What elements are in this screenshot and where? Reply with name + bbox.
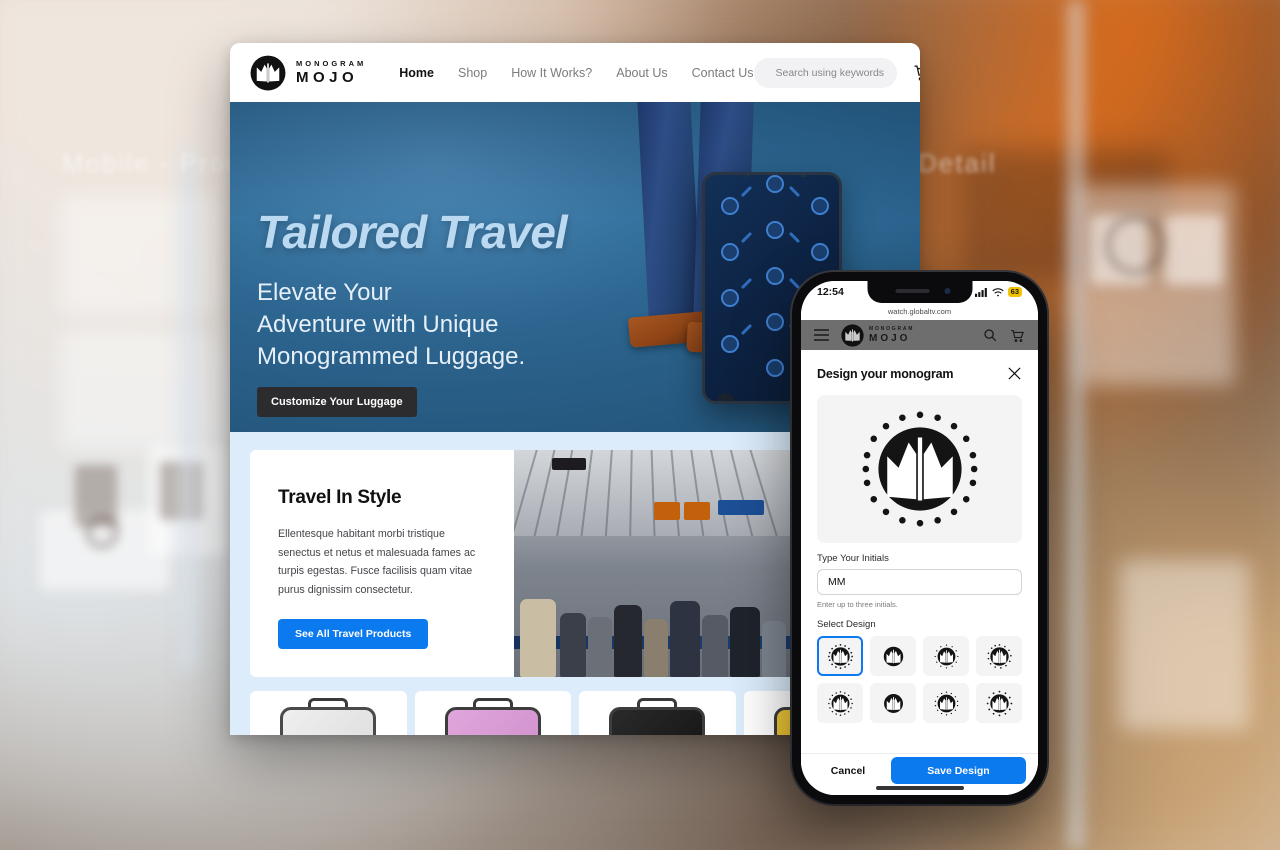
departure-board (654, 502, 680, 520)
initials-input[interactable] (817, 569, 1022, 595)
departure-board (684, 502, 710, 520)
monogram-design-icon (883, 646, 903, 666)
wifi-icon (992, 287, 1004, 296)
monogram-design-icon (987, 643, 1012, 669)
bg-logo-icon (1105, 215, 1165, 275)
nav-links: Home Shop How It Works? About Us Contact… (399, 66, 753, 80)
navbar-actions: Search using keywords (753, 57, 921, 88)
customize-luggage-button[interactable]: Customize Your Luggage (257, 386, 417, 417)
monogram-mm-logo-icon (250, 55, 286, 90)
design-monogram-modal: Design your monogram Type Your Initials … (801, 350, 1038, 795)
section-body: Ellentesque habitant morbi tristique sen… (278, 528, 476, 597)
mobile-brand-line-1: MONOGRAM (869, 326, 915, 332)
platform-sign (718, 500, 764, 515)
earpiece-speaker (895, 289, 929, 293)
monogram-mm-logo-icon (841, 323, 864, 347)
bg-logo-icon (85, 515, 119, 549)
monogram-preview (817, 395, 1022, 543)
nav-link-contact-us[interactable]: Contact Us (692, 66, 754, 80)
bg-panel (1120, 560, 1250, 730)
monogram-design-icon (883, 693, 903, 713)
monogram-design-icon (934, 690, 958, 716)
suitcase-wheel (717, 393, 734, 401)
design-swatch-1[interactable] (817, 636, 863, 676)
brand-line-2: MOJO (296, 68, 359, 86)
monogram-design-icon (827, 643, 853, 669)
initials-field-group: Type Your Initials Enter up to three ini… (801, 543, 1038, 723)
home-indicator (875, 786, 964, 790)
bg-light-streak (1065, 0, 1087, 850)
design-swatch-3[interactable] (923, 636, 969, 676)
url-text: watch.globaltv.com (887, 307, 952, 316)
design-swatch-6[interactable] (870, 683, 916, 723)
mobile-header-actions (983, 328, 1025, 343)
nav-link-about-us[interactable]: About Us (616, 66, 667, 80)
bg-card (1165, 215, 1223, 285)
hero-sub-line-2: Adventure with Unique (257, 310, 499, 338)
phone-notch (867, 281, 972, 303)
pink-monogram-suitcase (444, 707, 541, 735)
search-placeholder: Search using keywords (775, 66, 885, 79)
battery-indicator: 63 (1007, 287, 1022, 297)
search-icon[interactable] (983, 328, 997, 342)
black-suitcase (609, 707, 706, 735)
see-all-travel-products-button[interactable]: See All Travel Products (278, 618, 429, 649)
white-patterned-suitcase (280, 707, 377, 735)
hero-sub-line-1: Elevate Your (257, 279, 392, 306)
product-card[interactable] (250, 691, 407, 735)
select-design-label: Select Design (817, 619, 876, 630)
cellular-signal-icon (974, 287, 987, 297)
nav-link-home[interactable]: Home (399, 66, 434, 80)
initials-label: Type Your Initials (817, 553, 889, 564)
section-heading: Travel In Style (278, 487, 402, 508)
design-swatch-5[interactable] (817, 683, 863, 723)
status-time: 12:54 (817, 286, 844, 298)
bg-light-streak (175, 150, 201, 670)
mobile-site-logo[interactable]: MONOGRAM MOJO (841, 323, 915, 347)
nav-link-shop[interactable]: Shop (458, 66, 487, 80)
initials-help-text: Enter up to three initials. (817, 600, 898, 609)
monogram-design-icon (986, 690, 1012, 716)
mobile-site-header: MONOGRAM MOJO (801, 320, 1038, 350)
modal-header: Design your monogram (801, 350, 1038, 381)
product-card[interactable] (414, 691, 571, 735)
hamburger-menu-icon[interactable] (814, 329, 829, 341)
cancel-button[interactable]: Cancel (813, 757, 883, 784)
leg-left (636, 102, 703, 326)
monogram-design-icon (934, 644, 958, 668)
monogram-mm-preview-icon (862, 411, 977, 527)
phone-screen: 12:54 63 watch.globaltv.com MONOGRAM MOJ… (801, 281, 1038, 795)
browser-url-bar[interactable]: watch.globaltv.com (801, 303, 1038, 320)
design-swatch-2[interactable] (870, 636, 916, 676)
station-clock (552, 458, 586, 470)
nav-link-how-it-works[interactable]: How It Works? (511, 66, 592, 80)
save-design-button[interactable]: Save Design (891, 757, 1026, 784)
shopping-cart-icon[interactable] (1010, 328, 1025, 343)
site-logo[interactable]: MONOGRAM MOJO (250, 55, 366, 91)
phone-mockup: 12:54 63 watch.globaltv.com MONOGRAM MOJ… (792, 272, 1047, 804)
design-swatch-7[interactable] (923, 683, 969, 723)
hero-sub-line-3: Monogrammed Luggage. (257, 342, 526, 370)
travel-in-style-copy: Travel In Style Ellentesque habitant mor… (250, 450, 514, 677)
front-camera (944, 288, 950, 294)
modal-title: Design your monogram (817, 366, 954, 381)
search-input[interactable]: Search using keywords (753, 57, 897, 88)
design-swatch-8[interactable] (976, 683, 1022, 723)
status-indicators: 63 (974, 287, 1022, 297)
design-swatch-grid (817, 636, 1022, 723)
hero-headline: Tailored Travel (257, 206, 568, 258)
bg-caption-right: Detail (918, 148, 997, 178)
monogram-design-icon (827, 690, 853, 716)
shopping-cart-icon[interactable] (913, 63, 921, 82)
close-x-icon[interactable] (1007, 366, 1022, 381)
mobile-brand-line-2: MOJO (869, 333, 911, 344)
hero-subheadline: Elevate Your Adventure with Unique Monog… (257, 277, 567, 373)
brand-line-1: MONOGRAM (296, 59, 367, 69)
product-card[interactable] (579, 691, 736, 735)
hero-copy: Tailored Travel Elevate Your Adventure w… (257, 206, 568, 417)
design-swatch-4[interactable] (976, 636, 1022, 676)
site-navbar: MONOGRAM MOJO Home Shop How It Works? Ab… (230, 43, 920, 102)
